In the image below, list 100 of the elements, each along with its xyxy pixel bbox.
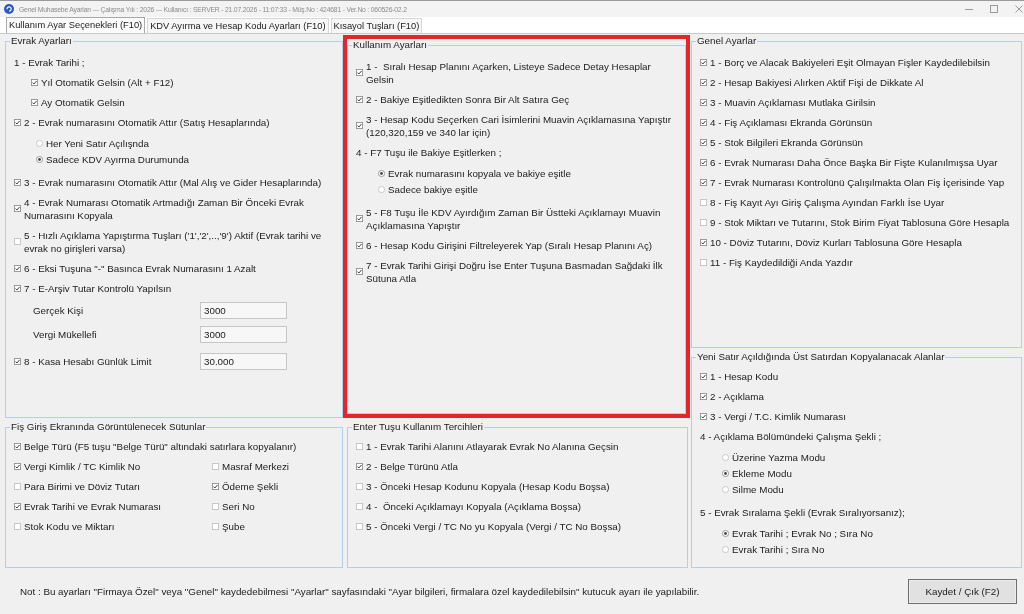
save-exit-button[interactable]: Kaydet / Çık (F2) [908, 578, 1017, 604]
option-label: Üzerine Yazma Modu [732, 450, 826, 464]
checkbox[interactable] [14, 205, 21, 212]
radio-button[interactable] [36, 139, 43, 147]
option-label: 1 - Hesap Kodu [710, 369, 779, 383]
checkbox[interactable] [356, 268, 363, 275]
tab[interactable]: Kısayol Tuşları (F10) [330, 18, 423, 33]
checkbox[interactable] [700, 118, 707, 126]
option-label: 3 - Vergi / T.C. Kimlik Numarası [710, 409, 846, 423]
option-label: 4 - Fiş Açıklaması Ekranda Görünsün [710, 115, 873, 129]
checkbox[interactable] [700, 372, 707, 380]
group-title: Evrak Ayarları [10, 35, 73, 47]
option-label: 7 - Evrak Numarası Kontrolünü Çalışılmakta Olan Fiş İçerisinde Yap [710, 175, 1005, 189]
option-heading: 1 - Evrak Tarihi ; [14, 55, 85, 69]
checkbox[interactable] [700, 78, 707, 86]
field-label: Gerçek Kişi [33, 303, 85, 317]
checkbox[interactable] [212, 482, 219, 490]
radio-button[interactable] [722, 485, 729, 493]
checkbox[interactable] [356, 241, 363, 249]
option-label: Evrak Tarihi ve Evrak Numarası [24, 499, 162, 513]
note-text: Not : Bu ayarları "Firmaya Özel" veya "Genel" kaydedebilmesi "Ayarlar" sayfasındaki "Ayar bilgileri, firmalara özel kaydedilebilsin" kutucuk ayarı ile yapılabilir. [20, 585, 701, 597]
option-label: 8 - Kasa Hesabı Günlük Limit [24, 354, 153, 368]
checkbox[interactable] [356, 122, 363, 129]
option-label: 10 - Döviz Tutarını, Döviz Kurları Tablosuna Göre Hesapla [710, 235, 962, 249]
tab[interactable]: KDV Ayırma ve Hesap Kodu Ayarları (F10) [147, 18, 329, 33]
option-label: 3 - Hesap Kodu Seçerken Cari İsimlerini Muavin Açıklamasına Yapıştır (120,320,159 ve 340 lar için) [366, 112, 673, 139]
option-label: Silme Modu [732, 482, 784, 496]
checkbox[interactable] [31, 78, 38, 86]
group-title: Fiş Giriş Ekranında Görüntülenecek Sütunlar [10, 421, 207, 433]
option-label: 2 - Belge Türünü Atla [366, 459, 458, 473]
option-label: 5 - Hızlı Açıklama Yapıştırma Tuşları ('1','2',..,'9') Aktif (Evrak tarihi ve evrak no girişleri varsa) [24, 228, 323, 255]
option-label: Evrak numarasını kopyala ve bakiye eşitle [388, 166, 571, 180]
radio-button[interactable] [722, 469, 729, 477]
checkbox[interactable] [700, 158, 707, 166]
checkbox[interactable] [700, 98, 707, 106]
option-label: Evrak Tarihi ; Evrak No ; Sıra No [732, 526, 873, 540]
checkbox[interactable] [700, 178, 707, 186]
option-label: 1 - Sıralı Hesap Planını Açarken, Listeye Sadece Detay Hesaplar Gelsin [366, 59, 652, 86]
checkbox[interactable] [14, 118, 21, 126]
radio-button[interactable] [378, 185, 385, 193]
option-label: Belge Türü (F5 tuşu "Belge Türü" altındaki satırlara kopyalanır) [24, 439, 297, 453]
option-label: Şube [222, 519, 245, 533]
option-label: 6 - Eksi Tuşuna "-" Basınca Evrak Numarasını 1 Azalt [24, 261, 256, 275]
option-label: 1 - Borç ve Alacak Bakiyeleri Eşit Olmayan Fişler Kaydedilebilsin [710, 55, 990, 69]
checkbox[interactable] [700, 412, 707, 420]
checkbox[interactable] [14, 502, 21, 510]
checkbox[interactable] [356, 69, 363, 76]
option-label: Vergi Kimlik / TC Kimlik No [24, 459, 141, 473]
option-label: Ödeme Şekli [222, 479, 279, 493]
checkbox[interactable] [14, 357, 21, 365]
option-label: 3 - Önceki Hesap Kodunu Kopyala (Hesap Kodu Boşsa) [366, 479, 610, 493]
checkbox[interactable] [14, 442, 21, 450]
maximize-icon[interactable] [990, 5, 998, 13]
option-heading: 5 - Evrak Sıralama Şekli (Evrak Sıralıyorsanız); [700, 505, 905, 519]
checkbox[interactable] [356, 462, 363, 470]
close-icon[interactable] [1015, 5, 1023, 13]
input-field[interactable]: 3000 [200, 301, 287, 319]
option-label: Masraf Merkezi [222, 459, 289, 473]
checkbox[interactable] [31, 98, 38, 106]
checkbox[interactable] [700, 392, 707, 400]
checkbox[interactable] [700, 138, 707, 146]
checkbox[interactable] [700, 238, 707, 246]
option-label: Yıl Otomatik Gelsin (Alt + F12) [41, 75, 174, 89]
option-label: 5 - Stok Bilgileri Ekranda Görünsün [710, 135, 863, 149]
checkbox[interactable] [14, 284, 21, 292]
radio-button[interactable] [722, 453, 729, 461]
option-label: 2 - Evrak numarasını Otomatik Attır (Satış Hesaplarında) [24, 115, 270, 129]
option-label: Ay Otomatik Gelsin [41, 95, 125, 109]
option-label: Evrak Tarihi ; Sıra No [732, 542, 825, 556]
option-label: 6 - Hesap Kodu Girişini Filtreleyerek Yap (Sıralı Hesap Planını Aç) [366, 238, 653, 252]
radio-button[interactable] [36, 155, 43, 163]
checkbox[interactable] [356, 215, 363, 222]
checkbox[interactable] [700, 58, 707, 66]
group-title: Enter Tuşu Kullanım Tercihleri [352, 421, 484, 433]
checkbox[interactable] [356, 95, 363, 103]
option-label: Seri No [222, 499, 255, 513]
tab[interactable]: Kullanım Ayar Seçenekleri (F10) [6, 17, 146, 33]
radio-button[interactable] [722, 529, 729, 537]
checkbox[interactable] [14, 178, 21, 186]
input-field[interactable]: 30.000 [200, 352, 287, 370]
radio-button[interactable] [378, 169, 385, 177]
option-label: Ekleme Modu [732, 466, 792, 480]
option-label: 1 - Evrak Tarihi Alanını Atlayarak Evrak No Alanına Geçsin [366, 439, 619, 453]
option-label: 3 - Evrak numarasını Otomatik Attır (Mal Alış ve Gider Hesaplarında) [24, 175, 322, 189]
option-label: 3 - Muavin Açıklaması Mutlaka Girilsin [710, 95, 876, 109]
option-label: 2 - Hesap Bakiyesi Alırken Aktif Fişi de Dikkate Al [710, 75, 924, 89]
radio-button[interactable] [722, 545, 729, 553]
checkbox[interactable] [14, 264, 21, 272]
option-label: 8 - Fiş Kayıt Ayı Giriş Çalışma Ayından Farklı İse Uyar [710, 195, 945, 209]
option-label: 4 - Önceki Açıklamayı Kopyala (Açıklama Boşsa) [366, 499, 582, 513]
option-label: Stok Kodu ve Miktarı [24, 519, 115, 533]
checkbox[interactable] [14, 462, 21, 470]
option-label: 5 - F8 Tuşu İle KDV Ayırdığım Zaman Bir Üstteki Açıklamayı Muavin Açıklamasına Yapıştır [366, 205, 662, 232]
option-label: 9 - Stok Miktarı ve Tutarını, Stok Birim Fiyat Tablosuna Göre Hesapla [710, 215, 1010, 229]
option-label: 2 - Açıklama [710, 389, 764, 403]
field-label: Vergi Mükellefi [33, 327, 98, 341]
option-label: 7 - Evrak Tarihi Girişi Doğru İse Enter Tuşuna Basmadan Sağdaki İlk Sütuna Atla [366, 258, 664, 285]
input-field[interactable]: 3000 [200, 325, 287, 343]
option-label: 5 - Önceki Vergi / TC No yu Kopyala (Vergi / TC No Boşsa) [366, 519, 621, 533]
logo-icon [4, 4, 14, 14]
